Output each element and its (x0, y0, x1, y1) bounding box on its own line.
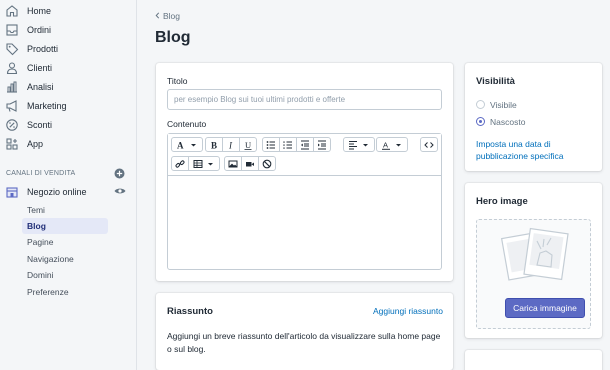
sub-item-pages[interactable]: Pagine (22, 234, 108, 250)
summary-title: Riassunto (167, 306, 213, 317)
nav-label: Analisi (27, 82, 54, 92)
breadcrumb[interactable]: Blog (155, 11, 180, 21)
hidden-radio[interactable] (476, 117, 485, 126)
title-input[interactable]: per esempio Blog sui tuoi ultimi prodott… (167, 89, 442, 110)
visibility-title: Visibilità (476, 76, 515, 87)
add-summary-link[interactable]: Aggiungi riassunto (373, 306, 443, 316)
nav-item-apps[interactable]: App (0, 135, 137, 154)
content-label: Contenuto (167, 119, 207, 129)
sub-item-blog[interactable]: Blog (22, 218, 108, 234)
home-icon (5, 4, 19, 18)
numbered-list-button[interactable] (279, 137, 297, 152)
sub-item-domains[interactable]: Domini (22, 267, 108, 283)
svg-text:A: A (177, 140, 184, 150)
sub-item-label: Blog (27, 221, 46, 231)
summary-card: Riassunto Aggiungi riassunto Aggiungi un… (156, 293, 453, 370)
apps-icon (5, 137, 19, 151)
indent-button[interactable] (313, 137, 331, 152)
eye-icon[interactable] (114, 187, 126, 197)
hero-image-title: Hero image (476, 196, 528, 207)
orders-icon (5, 23, 19, 37)
visible-radio[interactable] (476, 100, 485, 109)
bullet-list-button[interactable] (262, 137, 280, 152)
sub-item-label: Temi (27, 205, 45, 215)
insert-image-button[interactable] (224, 156, 242, 171)
nav-label: App (27, 139, 44, 149)
editor-toolbar: A B I U A (168, 134, 441, 176)
insert-video-button[interactable] (241, 156, 259, 171)
link-button[interactable] (171, 156, 189, 171)
post-card: Titolo per esempio Blog sui tuoi ultimi … (156, 63, 453, 281)
nav-label: Marketing (27, 101, 67, 111)
svg-text:B: B (211, 140, 217, 150)
image-dropzone[interactable]: Carica immagine (476, 219, 591, 329)
nav-label: Prodotti (27, 44, 59, 54)
italic-button[interactable]: I (222, 137, 240, 152)
nav-label: Ordini (27, 25, 52, 35)
outdent-button[interactable] (296, 137, 314, 152)
title-label: Titolo (167, 76, 188, 86)
image-placeholder-icon (499, 225, 571, 293)
text-color-dropdown[interactable]: A (376, 137, 408, 152)
visibility-card: Visibilità Visibile Nascosto Imposta una… (465, 63, 602, 171)
sub-item-label: Domini (27, 270, 54, 280)
sub-item-label: Preferenze (27, 287, 69, 297)
sub-item-label: Navigazione (27, 254, 74, 264)
page-title: Blog (155, 29, 191, 46)
nav-item-discounts[interactable]: Sconti (0, 116, 137, 135)
sub-item-themes[interactable]: Temi (22, 202, 108, 218)
summary-text: Aggiungi un breve riassunto dell'articol… (167, 331, 441, 354)
nav-item-marketing[interactable]: Marketing (0, 97, 137, 116)
extra-card (465, 350, 602, 370)
sales-channels-label: CANALI DI VENDITA (6, 170, 76, 177)
nav-label: Negozio online (27, 187, 87, 197)
nav-item-home[interactable]: Home (0, 2, 137, 21)
title-placeholder: per esempio Blog sui tuoi ultimi prodott… (174, 95, 346, 104)
add-channel-icon[interactable] (114, 168, 125, 179)
svg-text:U: U (245, 140, 251, 150)
nav-item-analytics[interactable]: Analisi (0, 78, 137, 97)
nav-label: Sconti (27, 120, 53, 130)
analytics-icon (5, 80, 19, 94)
table-dropdown[interactable] (188, 156, 220, 171)
nav-label: Home (27, 6, 52, 16)
sidebar: Home Ordini Prodotti Clienti Analisi Mar… (0, 0, 137, 370)
hidden-label: Nascosto (490, 117, 526, 127)
font-style-dropdown[interactable]: A (171, 137, 203, 152)
megaphone-icon (5, 99, 19, 113)
nav-item-orders[interactable]: Ordini (0, 21, 137, 40)
schedule-publish-link[interactable]: Imposta una data di pubblicazione specif… (476, 138, 596, 162)
breadcrumb-label: Blog (163, 11, 181, 21)
visible-label: Visibile (490, 100, 517, 110)
bold-button[interactable]: B (205, 137, 223, 152)
sub-item-preferences[interactable]: Preferenze (22, 284, 108, 300)
upload-image-button[interactable]: Carica immagine (505, 298, 585, 318)
sub-item-navigation[interactable]: Navigazione (22, 251, 108, 267)
hero-image-card: Hero image Carica immagine (465, 183, 602, 338)
nav-item-online-store[interactable]: Negozio online (0, 183, 137, 202)
discount-icon (5, 118, 19, 132)
nav-item-products[interactable]: Prodotti (0, 40, 137, 59)
customer-icon (5, 61, 19, 75)
underline-button[interactable]: U (239, 137, 257, 152)
html-code-button[interactable] (420, 137, 438, 152)
content-editor[interactable]: A B I U A (167, 133, 442, 270)
clear-formatting-button[interactable] (258, 156, 276, 171)
tag-icon (5, 42, 19, 56)
chevron-left-icon (155, 11, 160, 21)
nav-label: Clienti (27, 63, 53, 73)
svg-text:I: I (228, 140, 233, 150)
nav-item-customers[interactable]: Clienti (0, 59, 137, 78)
store-icon (5, 185, 19, 199)
svg-text:A: A (383, 140, 388, 149)
sub-item-label: Pagine (27, 237, 54, 247)
align-dropdown[interactable] (343, 137, 375, 152)
